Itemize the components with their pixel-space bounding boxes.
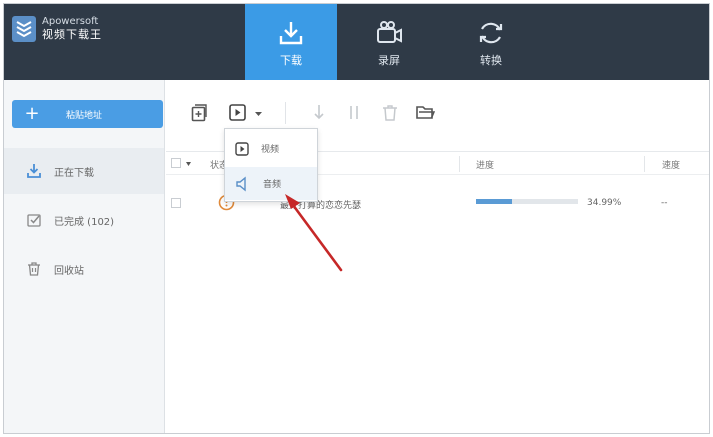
paste-url-button[interactable]: + 粘贴地址 xyxy=(12,100,163,128)
audio-icon xyxy=(236,176,246,191)
dropdown-item-label: 视频 xyxy=(261,145,280,155)
column-header-speed[interactable]: 速度 xyxy=(662,158,680,171)
delete-icon[interactable] xyxy=(382,104,398,121)
dropdown-item-audio[interactable]: 音频 xyxy=(225,167,317,200)
sidebar: + 粘贴地址 正在下载 已完成 (102) 回收站 xyxy=(4,80,165,433)
toolbar-divider xyxy=(285,102,286,124)
sidebar-item-label: 正在下载 xyxy=(54,167,94,179)
column-header-progress[interactable]: 进度 xyxy=(476,158,494,171)
tab-convert-label: 转换 xyxy=(480,54,502,67)
column-divider xyxy=(644,156,645,172)
tab-download[interactable]: 下载 xyxy=(245,4,337,80)
pause-icon[interactable] xyxy=(349,104,359,121)
top-bar: Apowersoft 视频下载王 下载 录屏 转换 xyxy=(4,4,709,80)
sidebar-item-recycle[interactable]: 回收站 xyxy=(4,246,164,292)
media-type-icon[interactable] xyxy=(229,104,246,121)
tab-download-label: 下载 xyxy=(280,54,302,67)
select-all-checkbox[interactable] xyxy=(171,158,181,168)
plus-icon: + xyxy=(24,103,40,124)
sidebar-item-downloading[interactable]: 正在下载 xyxy=(4,148,164,194)
app-logo-icon xyxy=(12,16,36,42)
progress-text: 34.99% xyxy=(587,198,622,208)
sidebar-item-label: 已完成 (102) xyxy=(54,216,115,228)
dropdown-item-label: 音频 xyxy=(263,180,282,190)
sidebar-item-label: 回收站 xyxy=(54,265,84,277)
download-arrow-icon[interactable] xyxy=(313,104,325,121)
progress-bar xyxy=(476,199,578,204)
sort-caret-icon[interactable] xyxy=(186,162,191,166)
chevron-down-icon[interactable] xyxy=(255,112,262,117)
convert-icon xyxy=(479,22,503,44)
dropdown-item-video[interactable]: 视频 xyxy=(225,132,317,165)
row-checkbox[interactable] xyxy=(171,198,181,208)
brand: Apowersoft 视频下载王 xyxy=(12,16,102,42)
tab-record-label: 录屏 xyxy=(378,54,400,67)
open-folder-icon[interactable] xyxy=(416,104,435,120)
completed-icon xyxy=(27,214,41,227)
paste-url-label: 粘贴地址 xyxy=(66,110,103,121)
video-icon xyxy=(235,141,249,156)
tab-convert[interactable]: 转换 xyxy=(445,4,537,80)
speed-value: -- xyxy=(661,198,668,208)
download-icon xyxy=(279,22,303,45)
add-task-icon[interactable] xyxy=(191,104,207,122)
media-type-dropdown: 视频 音频 xyxy=(224,128,318,202)
trash-icon xyxy=(28,262,40,276)
brand-name: Apowersoft xyxy=(42,16,99,27)
progress-fill xyxy=(476,199,512,204)
app-title: 视频下载王 xyxy=(42,28,102,41)
record-screen-icon xyxy=(377,21,402,43)
sidebar-item-completed[interactable]: 已完成 (102) xyxy=(4,197,164,243)
column-divider xyxy=(459,156,460,172)
tab-record[interactable]: 录屏 xyxy=(343,4,435,80)
download-icon xyxy=(27,164,41,178)
app-window: Apowersoft 视频下载王 下载 录屏 转换 + 粘贴地址 正在下载 已完… xyxy=(3,3,710,434)
